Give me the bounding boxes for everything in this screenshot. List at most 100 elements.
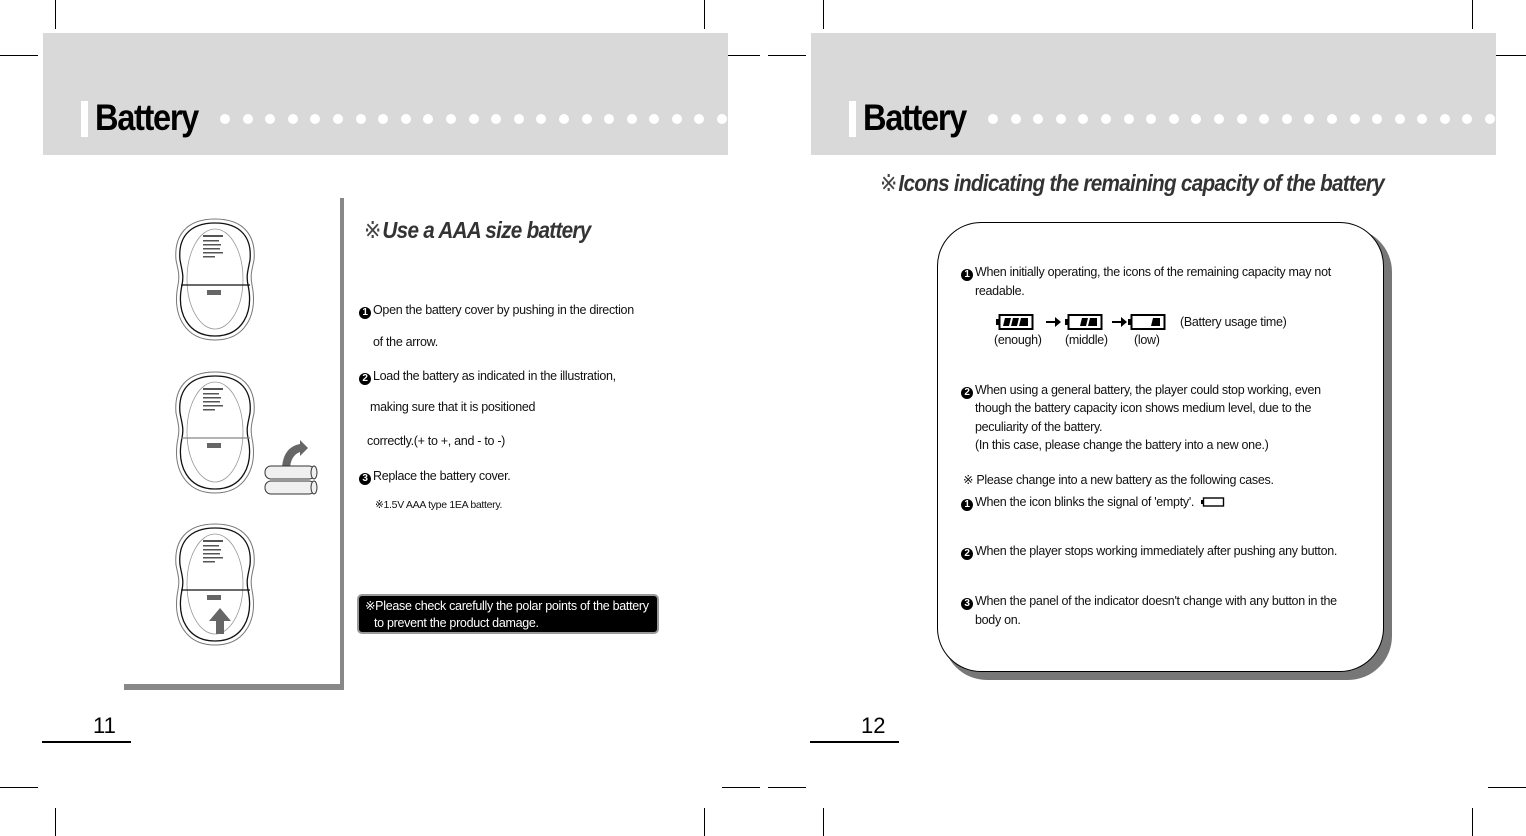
battery-enough-icon (996, 314, 1034, 330)
leader-dot (242, 114, 253, 124)
leader-dot (581, 114, 592, 124)
leader-dot (220, 114, 230, 124)
player-back-illustration-1 (175, 218, 255, 341)
leader-dot (1010, 114, 1021, 124)
crop-mark (722, 787, 760, 788)
player-back-illustration-2 (175, 371, 255, 494)
leader-dot (378, 114, 389, 124)
step-1-cont: of the arrow. (373, 335, 438, 349)
step-2-cont: making sure that it is positioned (370, 400, 536, 414)
leader-dot (1462, 114, 1473, 124)
step-number-icon: 1 (961, 499, 973, 511)
title-marker (849, 101, 856, 137)
battery-low-icon (1128, 314, 1166, 330)
warning-line: ※Please check carefully the polar points… (365, 599, 649, 613)
crop-mark (0, 787, 38, 788)
crop-mark (1488, 787, 1526, 788)
leader-dot (1213, 114, 1224, 124)
illustration-frame-right (340, 198, 344, 690)
step-2-cont: correctly.(+ to +, and - to -) (367, 434, 506, 448)
page-number: 11 (93, 713, 116, 738)
step-number-icon: 2 (961, 548, 973, 560)
panel-item-2-cont: peculiarity of the battery. (975, 420, 1103, 434)
crop-mark (55, 0, 56, 29)
leader-dot (1372, 114, 1383, 124)
leader-dot (1259, 114, 1270, 124)
leader-dot (468, 114, 479, 124)
crop-mark (0, 55, 38, 56)
leader-dot (1100, 114, 1111, 124)
leader-dot (1168, 114, 1179, 124)
leader-dot (649, 114, 660, 124)
crop-mark (823, 808, 824, 836)
leader-dot (287, 114, 298, 124)
section-heading: ※Icons indicating the remaining capacity… (880, 170, 1385, 196)
leader-dot (1326, 114, 1337, 124)
leader-dot (1394, 114, 1405, 124)
step-number-icon: 1 (359, 307, 371, 319)
step-number-icon: 1 (961, 269, 973, 281)
page-number: 12 (861, 713, 886, 738)
panel-item-1: 1 When initially operating, the icons of … (961, 265, 1331, 281)
leader-dot (1281, 114, 1292, 124)
leader-dot (1417, 114, 1428, 124)
case-2: 2 When the player stops working immediate… (961, 544, 1337, 560)
case-3-cont: body on. (975, 613, 1021, 627)
leader-dot (1055, 114, 1066, 124)
arrow-right-icon (1112, 317, 1127, 327)
leader-dot (332, 114, 343, 124)
leader-dot (1146, 114, 1157, 124)
leader-dot (423, 114, 434, 124)
crop-mark (1472, 0, 1473, 29)
change-battery-note: ※ Please change into a new battery as th… (963, 473, 1274, 487)
page-number-rule (42, 741, 131, 743)
dotted-leader (220, 114, 728, 126)
step-number-icon: 3 (359, 473, 371, 485)
leader-dot (1485, 114, 1496, 124)
battery-level-label: (enough) (994, 333, 1042, 347)
reference-mark-icon: ※ (880, 170, 897, 196)
empty-battery-icon (1201, 497, 1225, 507)
step-number-icon: 2 (961, 387, 973, 399)
step-number-icon: 3 (961, 598, 973, 610)
warning-line: to prevent the product damage. (374, 616, 539, 630)
section-heading: ※Use a AAA size battery (364, 217, 591, 243)
step-3: 3 Replace the battery cover. (359, 469, 511, 485)
leader-dot (988, 114, 998, 124)
leader-dot (1191, 114, 1202, 124)
leader-dot (400, 114, 411, 124)
battery-level-label: (low) (1134, 333, 1160, 347)
page-number-rule (810, 741, 899, 743)
illustration-frame-bottom (124, 684, 344, 690)
leader-dot (604, 114, 615, 124)
leader-dot (1078, 114, 1089, 124)
dotted-leader (988, 114, 1496, 126)
crop-mark (55, 808, 56, 836)
panel-item-2: 2 When using a general battery, the playe… (961, 383, 1321, 399)
leader-dot (310, 114, 321, 124)
battery-level-label: (middle) (1065, 333, 1108, 347)
crop-mark (768, 787, 806, 788)
leader-dot (536, 114, 547, 124)
page-title: Battery (95, 97, 199, 138)
crop-mark (704, 808, 705, 836)
leader-dot (694, 114, 705, 124)
crop-mark (1472, 808, 1473, 836)
leader-dot (558, 114, 569, 124)
polarity-warning-box: ※Please check carefully the polar points… (357, 594, 659, 634)
case-3: 3 When the panel of the indicator doesn't… (961, 594, 1337, 610)
leader-dot (355, 114, 366, 124)
panel-item-2-cont: though the battery capacity icon shows m… (975, 401, 1312, 415)
battery-usage-caption: (Battery usage time) (1180, 315, 1287, 329)
leader-dot (717, 114, 728, 124)
step-2: 2 Load the battery as indicated in the il… (359, 369, 616, 385)
step-number-icon: 2 (359, 373, 371, 385)
leader-dot (1349, 114, 1360, 124)
reference-mark-icon: ※ (364, 217, 381, 243)
aaa-batteries-illustration (264, 440, 318, 495)
panel-item-1-cont: readable. (975, 284, 1025, 298)
battery-middle-icon (1065, 314, 1103, 330)
arrow-right-icon (1046, 317, 1061, 327)
crop-mark (768, 55, 806, 56)
case-1: 1 When the icon blinks the signal of 'emp… (961, 495, 1225, 511)
